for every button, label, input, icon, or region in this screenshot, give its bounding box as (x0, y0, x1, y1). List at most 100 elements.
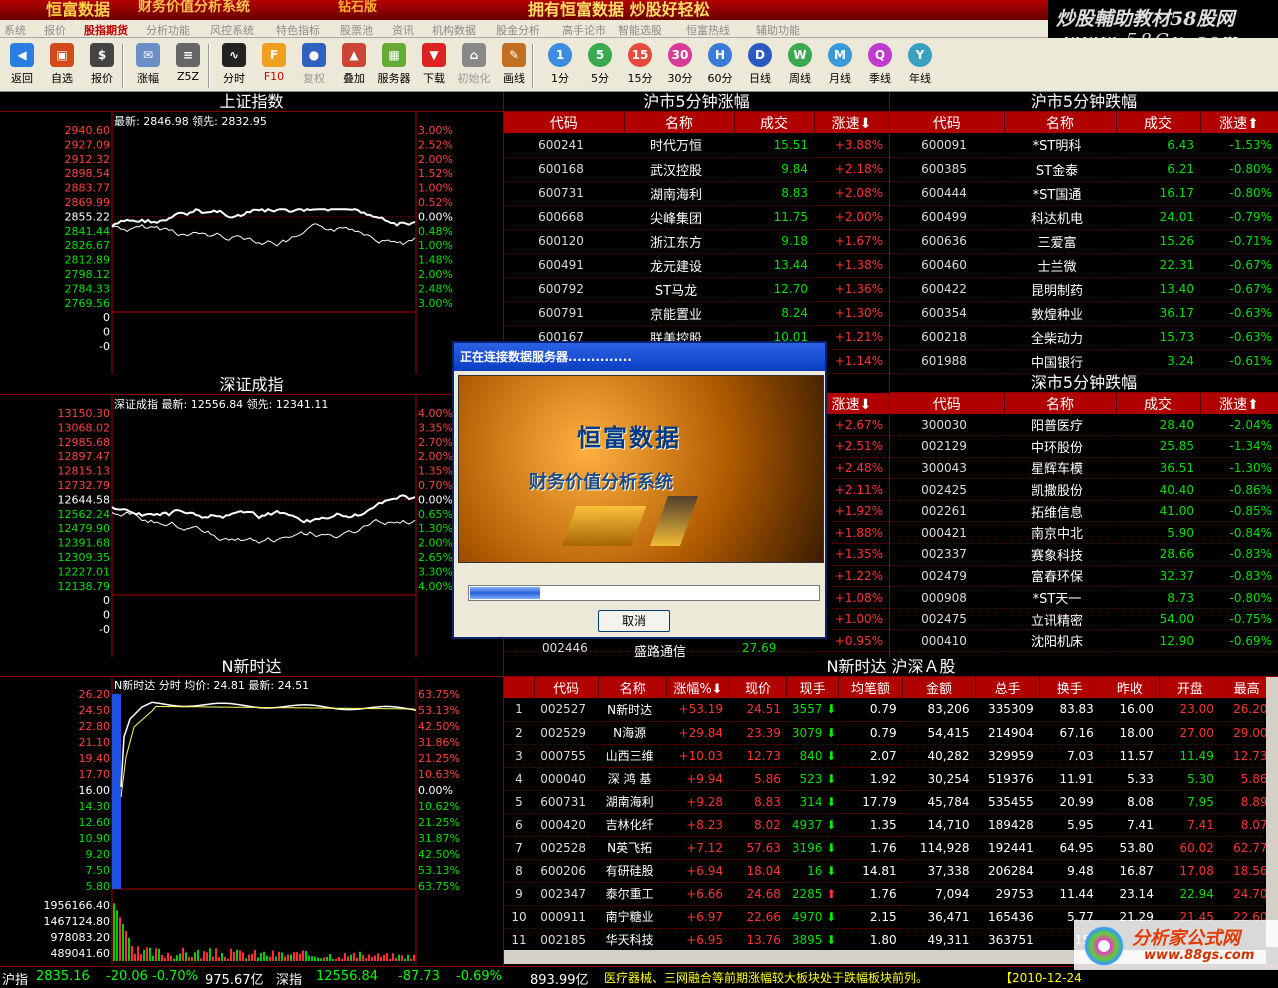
column-header[interactable]: 代码 (890, 393, 1005, 414)
table-row[interactable]: 002261 拓维信息 41.00 -0.85% (890, 500, 1278, 523)
table-row[interactable]: 000410 沈阳机床 12.90 -0.69% (890, 629, 1278, 653)
toolbar-button-14[interactable]: 5 5分 (580, 42, 620, 90)
toolbar-button-8[interactable]: ▲ 叠加 (334, 42, 374, 90)
sz-index-chart[interactable]: 深证成指 最新: 12556.84 领先: 12341.1113150.3013… (0, 395, 503, 657)
table-row[interactable]: 002475 立讯精密 54.00 -0.75% (890, 608, 1278, 631)
toolbar-button-5[interactable]: ∿ 分时 (214, 42, 254, 90)
table-row[interactable]: 002479 富春环保 32.37 -0.83% (890, 565, 1278, 588)
table-row[interactable]: 600444 *ST国通 16.17 -0.80% (890, 181, 1278, 206)
menu-item-2[interactable]: 股指期货 (84, 22, 128, 38)
column-header[interactable]: 涨速⬆ (1200, 112, 1278, 133)
toolbar-button-18[interactable]: D 日线 (740, 42, 780, 90)
toolbar-button-0[interactable]: ◀ 返回 (2, 42, 42, 90)
column-header[interactable]: 涨速⬇ (814, 112, 890, 133)
toolbar-button-19[interactable]: W 周线 (780, 42, 820, 90)
column-header[interactable]: 名称 (1004, 112, 1117, 133)
toolbar-button-21[interactable]: Q 季线 (860, 42, 900, 90)
toolbar-button-3[interactable]: ✉ 涨幅 (128, 42, 168, 90)
table-row[interactable]: 600091 *ST明科 6.43 -1.53% (890, 133, 1278, 158)
news-ticker[interactable]: 医疗器械、三网融合等前期涨幅较大板块处于跌幅板块前列。 (604, 969, 928, 986)
table-row[interactable]: 600120 浙江东方 9.18 +1.67% (504, 229, 889, 254)
toolbar-button-10[interactable]: ▼ 下载 (414, 42, 454, 90)
toolbar-button-6[interactable]: F F10 (254, 42, 294, 90)
table-row[interactable]: 1 002527 N新时达 +53.19 24.51 3557 ⬇ 0.79 83,206 33… (504, 698, 1274, 722)
table-row[interactable]: 600218 全柴动力 15.73 -0.63% (890, 325, 1278, 350)
table-row[interactable]: 600636 三爱富 15.26 -0.71% (890, 229, 1278, 254)
toolbar-button-11[interactable]: ⌂ 初始化 (454, 42, 494, 90)
table-row[interactable]: 5 600731 湖南海利 +9.28 8.83 314 ⬇ 17.79 45,784 5354… (504, 790, 1274, 814)
column-header[interactable]: 现价 (729, 677, 788, 698)
column-header[interactable]: 涨速⬆ (1200, 393, 1278, 414)
toolbar-button-12[interactable]: ✎ 画线 (494, 42, 534, 90)
table-row[interactable]: 601988 中国银行 3.24 -0.61% (890, 349, 1278, 374)
stock-intraday-chart[interactable]: N新时达 分时 均价: 24.81 最新: 24.5126.20 24.50 22.… (0, 677, 503, 965)
toolbar-button-22[interactable]: Y 年线 (900, 42, 940, 90)
table-row[interactable]: 4 000040 深 鸿 基 +9.94 5.86 523 ⬇ 1.92 30,254 5193… (504, 767, 1274, 791)
column-header[interactable]: 换手 (1039, 677, 1101, 698)
column-header[interactable]: 成交 (734, 112, 815, 133)
toolbar-button-15[interactable]: 15 15分 (620, 42, 660, 90)
table-row[interactable]: 600499 科达机电 24.01 -0.79% (890, 205, 1278, 230)
table-row[interactable]: 6 000420 吉林化纤 +8.23 8.02 4937 ⬇ 1.35 14,710 1894… (504, 813, 1274, 837)
column-header[interactable]: 成交 (1116, 393, 1201, 414)
table-row[interactable]: 600791 京能置业 8.24 +1.30% (504, 301, 889, 326)
menu-item-11[interactable]: 智能选股 (618, 22, 662, 38)
column-header[interactable]: 开盘 (1159, 677, 1221, 698)
menu-item-13[interactable]: 辅助功能 (756, 22, 800, 38)
menu-item-0[interactable]: 系统 (4, 22, 26, 38)
table-row[interactable]: 000908 *ST天一 8.73 -0.80% (890, 586, 1278, 609)
column-header[interactable] (504, 677, 535, 698)
toolbar-button-9[interactable]: ▦ 服务器 (374, 42, 414, 90)
table-row[interactable]: 600385 ST金泰 6.21 -0.80% (890, 157, 1278, 182)
table-row[interactable]: 000421 南京中北 5.90 -0.84% (890, 521, 1278, 545)
toolbar-button-13[interactable]: 1 1分 (540, 42, 580, 90)
toolbar-button-1[interactable]: ▣ 自选 (42, 42, 82, 90)
table-row[interactable]: 3 000755 山西三维 +10.03 12.73 840 ⬇ 2.07 40,282 329… (504, 744, 1274, 768)
table-row[interactable]: 600792 ST马龙 12.70 +1.36% (504, 277, 889, 302)
toolbar-button-17[interactable]: H 60分 (700, 42, 740, 90)
column-header[interactable]: 现手 (786, 677, 839, 698)
column-header[interactable]: 金额 (902, 677, 976, 698)
table-row[interactable]: 600668 尖峰集团 11.75 +2.00% (504, 205, 889, 230)
menu-item-12[interactable]: 恒富热线 (686, 22, 730, 38)
menu-item-9[interactable]: 股金分析 (496, 22, 540, 38)
table-row[interactable]: 600460 士兰微 22.31 -0.67% (890, 253, 1278, 278)
sh-index-chart[interactable]: 最新: 2846.98 领先: 2832.952940.602927.09 291… (0, 112, 503, 374)
column-header[interactable]: 昨收 (1099, 677, 1161, 698)
toolbar-button-4[interactable]: ≡ Z5Z (168, 42, 208, 90)
table-row[interactable]: 600354 敦煌种业 36.17 -0.63% (890, 301, 1278, 326)
table-row[interactable]: 600422 昆明制药 13.40 -0.67% (890, 277, 1278, 302)
menu-item-7[interactable]: 资讯 (392, 22, 414, 38)
table-row[interactable]: 002129 中环股份 25.85 -1.34% (890, 435, 1278, 458)
column-header[interactable]: 代码 (534, 677, 599, 698)
table-row[interactable]: 002337 赛象科技 28.66 -0.83% (890, 543, 1278, 566)
table-scrollbar[interactable] (1266, 677, 1278, 947)
menu-item-5[interactable]: 特色指标 (276, 22, 320, 38)
column-header[interactable]: 代码 (504, 112, 625, 133)
column-header[interactable]: 代码 (890, 112, 1005, 133)
column-header[interactable]: 涨幅%⬇ (666, 677, 730, 698)
cancel-button[interactable]: 取消 (598, 610, 670, 632)
table-row[interactable]: 300043 星辉车模 36.51 -1.30% (890, 457, 1278, 480)
column-header[interactable]: 名称 (598, 677, 668, 698)
table-row[interactable]: 002425 凯撒股份 40.40 -0.86% (890, 478, 1278, 501)
table-row[interactable]: 600241 时代万恒 15.51 +3.88% (504, 133, 889, 158)
table-row[interactable]: 600731 湖南海利 8.83 +2.08% (504, 181, 889, 206)
table-row[interactable]: 8 600206 有研硅股 +6.94 18.04 16 ⬇ 14.81 37,338 2062… (504, 859, 1274, 883)
table-row[interactable]: 600491 龙元建设 13.44 +1.38% (504, 253, 889, 278)
column-header[interactable]: 均笔额 (838, 677, 904, 698)
menu-item-4[interactable]: 风控系统 (210, 22, 254, 38)
column-header[interactable]: 名称 (624, 112, 735, 133)
menu-item-6[interactable]: 股票池 (340, 22, 373, 38)
toolbar-button-20[interactable]: M 月线 (820, 42, 860, 90)
menu-item-10[interactable]: 高手论市 (562, 22, 606, 38)
table-row[interactable]: 2 002529 N海源 +29.84 23.39 3079 ⬇ 0.79 54,415 214… (504, 721, 1274, 745)
table-row[interactable]: 300030 阳普医疗 28.40 -2.04% (890, 414, 1278, 437)
table-row[interactable]: 9 002347 泰尔重工 +6.66 24.68 2285 ⬆ 1.76 7,094 2975… (504, 882, 1274, 906)
menu-item-3[interactable]: 分析功能 (146, 22, 190, 38)
toolbar-button-2[interactable]: $ 报价 (82, 42, 122, 90)
toolbar-button-7[interactable]: ● 复权 (294, 42, 334, 90)
column-header[interactable]: 总手 (975, 677, 1041, 698)
column-header[interactable]: 成交 (1116, 112, 1201, 133)
column-header[interactable]: 名称 (1004, 393, 1117, 414)
